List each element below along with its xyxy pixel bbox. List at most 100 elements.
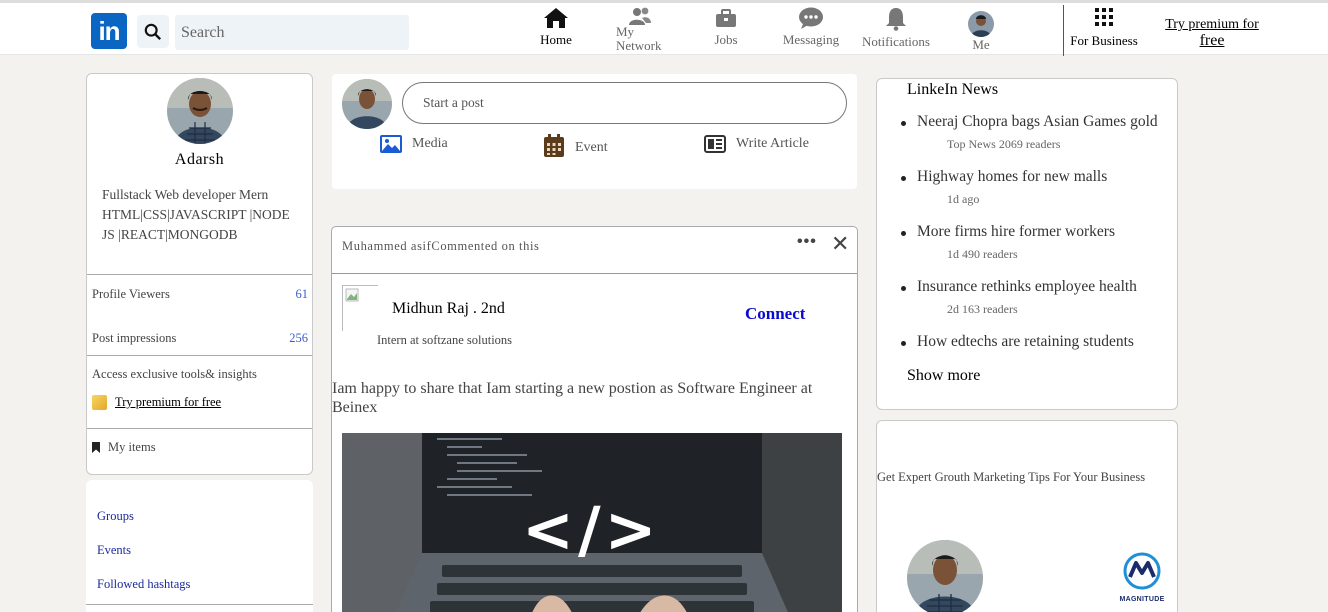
news-item[interactable]: Highway homes for new malls 1d ago: [901, 168, 1171, 223]
messaging-icon: [799, 7, 823, 29]
for-business-label: For Business: [1070, 33, 1138, 48]
top-navbar: in Home My Network Jobs Messaging Notifi…: [0, 0, 1328, 56]
links-divider: [86, 604, 313, 605]
activity-header: Muhammed asifCommented on this: [342, 239, 540, 253]
search-icon: [144, 23, 162, 40]
events-link[interactable]: Events: [97, 543, 131, 558]
magnitude-brand-text: MAGNITUDE: [1119, 596, 1165, 603]
nav-jobs[interactable]: Jobs: [706, 7, 746, 47]
profile-card: Adarsh Fullstack Web developer Mern HTML…: [86, 73, 313, 475]
news-headline: Insurance rethinks employee health: [917, 278, 1137, 295]
premium-line-2: free: [1199, 32, 1225, 49]
groups-link[interactable]: Groups: [97, 509, 134, 524]
search-input[interactable]: [175, 15, 409, 50]
briefcase-icon: [716, 9, 736, 27]
code-symbol-overlay: </>: [522, 493, 661, 566]
links-card: Groups Events Followed hashtags: [86, 480, 313, 612]
access-insights-text: Access exclusive tools& insights: [92, 367, 257, 381]
profile-name[interactable]: Adarsh: [87, 151, 312, 169]
news-item[interactable]: Insurance rethinks employee health 2d 16…: [901, 278, 1171, 333]
media-button[interactable]: Media: [380, 135, 448, 153]
news-headline: Neeraj Chopra bags Asian Games gold: [917, 113, 1158, 130]
news-list: Neeraj Chopra bags Asian Games gold Top …: [901, 113, 1171, 388]
image-icon: [380, 135, 402, 153]
news-headline: How edtechs are retaining students: [917, 333, 1134, 350]
me-avatar: [968, 11, 994, 37]
author-avatar[interactable]: [342, 285, 378, 331]
home-icon: [544, 8, 568, 28]
start-post-input[interactable]: Start a post: [402, 82, 847, 124]
profile-viewers-row[interactable]: Profile Viewers 61: [92, 287, 308, 302]
more-options-icon[interactable]: •••: [797, 233, 817, 251]
composer-avatar[interactable]: [342, 79, 392, 129]
profile-viewers-count: 61: [295, 287, 309, 301]
profile-divider-2: [87, 355, 312, 356]
my-items-label: My items: [108, 440, 156, 454]
author-headline: Intern at softzane solutions: [377, 333, 513, 347]
news-meta: 1d ago: [947, 192, 980, 206]
nav-jobs-label: Jobs: [714, 32, 738, 47]
write-article-button[interactable]: Write Article: [704, 135, 809, 153]
nav-network-label-2: Network: [616, 38, 662, 53]
event-label: Event: [575, 140, 608, 155]
premium-icon: [92, 395, 107, 410]
write-article-label: Write Article: [736, 136, 809, 151]
event-button[interactable]: Event: [543, 134, 608, 158]
ad-text[interactable]: Get Expert Grouth Marketing Tips For You…: [877, 470, 1145, 485]
bell-icon: [886, 8, 906, 31]
nav-my-label-1: My: [616, 24, 635, 39]
nav-messaging[interactable]: Messaging: [780, 7, 842, 47]
nav-me[interactable]: Me: [964, 7, 998, 52]
bookmark-icon: [92, 442, 100, 453]
magnitude-logo[interactable]: MAGNITUDE: [1117, 551, 1167, 607]
post-impressions-count: 256: [289, 331, 308, 345]
connect-button[interactable]: Connect: [745, 304, 805, 324]
show-more-button[interactable]: Show more: [907, 367, 980, 385]
post-impressions-row[interactable]: Post impressions 256: [92, 331, 308, 346]
news-item[interactable]: More firms hire former workers 1d 490 re…: [901, 223, 1171, 278]
nav-divider: [1063, 5, 1064, 56]
profile-avatar[interactable]: [167, 78, 233, 144]
calendar-icon: [544, 134, 564, 157]
try-premium-free-link[interactable]: Try premium for free: [92, 395, 221, 410]
news-headline: Highway homes for new malls: [917, 168, 1108, 185]
profile-viewers-label: Profile Viewers: [92, 287, 170, 301]
followed-hashtags-link[interactable]: Followed hashtags: [97, 577, 190, 592]
post-body-text: Iam happy to share that Iam starting a n…: [332, 380, 813, 416]
article-icon: [704, 135, 726, 153]
nav-messaging-label: Messaging: [782, 32, 840, 47]
close-icon[interactable]: ✕: [831, 231, 849, 257]
nav-notifications[interactable]: Notifications: [860, 7, 932, 49]
my-items-link[interactable]: My items: [92, 440, 156, 455]
nav-home[interactable]: Home: [536, 7, 576, 47]
media-label: Media: [412, 136, 448, 151]
post-composer: Start a post Media Event Write Article: [332, 74, 857, 189]
nav-home-label: Home: [540, 32, 572, 47]
profile-bio: Fullstack Web developer Mern HTML|CSS|JA…: [102, 187, 290, 242]
news-card: LinkeIn News Neeraj Chopra bags Asian Ga…: [876, 78, 1178, 410]
try-premium-label: Try premium for free: [115, 395, 222, 409]
nav-notifications-label: Notifications: [862, 34, 930, 49]
profile-divider-3: [87, 428, 312, 429]
profile-divider-1: [87, 274, 312, 275]
ad-card: Get Expert Grouth Marketing Tips For You…: [876, 420, 1178, 612]
nav-my-network[interactable]: My Network: [612, 7, 668, 53]
news-meta: 1d 490 readers: [947, 247, 1018, 261]
nav-me-label: Me: [972, 37, 990, 52]
news-meta: Top News 2069 readers: [947, 137, 1061, 151]
post-image[interactable]: </>: [342, 433, 842, 612]
news-headline: More firms hire former workers: [917, 223, 1115, 240]
author-name[interactable]: Midhun Raj . 2nd: [392, 300, 505, 318]
grid-icon: [1095, 8, 1113, 26]
ad-avatar: [907, 540, 983, 612]
linkedin-logo[interactable]: in: [91, 13, 127, 49]
try-premium-link[interactable]: Try premium for free: [1162, 17, 1262, 49]
news-item[interactable]: Neeraj Chopra bags Asian Games gold Top …: [901, 113, 1171, 168]
for-business-menu[interactable]: For Business: [1066, 7, 1142, 49]
premium-line-1: Try premium for: [1165, 17, 1259, 32]
feed-post-card: Muhammed asifCommented on this ••• ✕ Mid…: [331, 226, 858, 612]
post-impressions-label: Post impressions: [92, 331, 177, 345]
search-button[interactable]: [137, 15, 169, 48]
news-title: LinkeIn News: [907, 81, 999, 98]
feed-header-divider: [332, 273, 857, 274]
